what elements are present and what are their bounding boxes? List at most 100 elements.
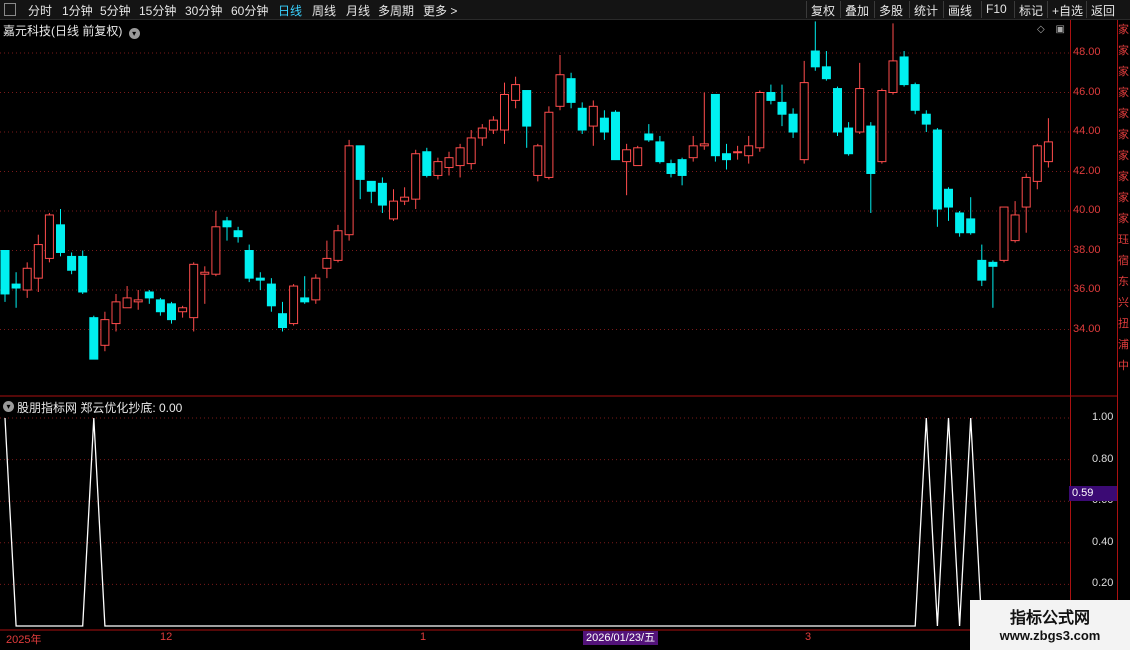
candle-body (744, 145, 754, 157)
candle-body (677, 159, 687, 176)
period-tab-1[interactable]: 1分钟 (62, 2, 93, 19)
candle-body (167, 303, 176, 321)
tool-button-2[interactable]: 多股 (879, 2, 903, 19)
price-tick-label: 42.00 (1073, 164, 1101, 177)
tool-button-3[interactable]: 统计 (914, 2, 938, 19)
stock-list-item[interactable]: 家 (1118, 62, 1130, 83)
candle-body (44, 214, 54, 259)
price-tick-label: 40.00 (1073, 204, 1101, 216)
stock-list-item[interactable]: 珏 (1118, 230, 1130, 251)
tool-button-7[interactable]: +自选 (1052, 2, 1083, 19)
stock-list-item[interactable]: 家 (1118, 167, 1130, 188)
candle-body (22, 267, 32, 291)
candle-body (244, 250, 254, 279)
period-tab-0[interactable]: 分时 (28, 2, 52, 19)
stock-list-item[interactable]: 家 (1118, 209, 1130, 230)
candle-body (666, 163, 676, 174)
period-tab-6[interactable]: 日线 (278, 2, 302, 19)
stock-list-item[interactable]: 扭 (1118, 314, 1130, 335)
toolbar-separator (1014, 1, 1015, 18)
candle-body (921, 113, 931, 125)
candle-body (266, 283, 276, 307)
period-toolbar: 分时 1分钟 5分钟 15分钟 30分钟 60分钟 日线 周线 月线 多周期 更多 > 复权 叠加 多股… (0, 0, 1130, 20)
candle-body (566, 78, 576, 103)
candle-body (777, 101, 787, 115)
candlestick-chart (0, 21, 1070, 360)
candle-body (766, 92, 776, 101)
candle-body (977, 259, 987, 281)
candle-body (433, 161, 443, 176)
candle-body (444, 157, 454, 169)
candle-body (389, 200, 398, 220)
stock-list-item[interactable]: 宿 (1118, 251, 1130, 272)
toolbar-separator (806, 1, 807, 18)
toolbar-separator (909, 1, 910, 18)
candle-body (33, 244, 43, 279)
candle-body (555, 74, 565, 107)
stock-list-item[interactable]: 家 (1118, 20, 1130, 41)
candle-body (477, 127, 487, 139)
stock-list-item[interactable]: 浦 (1118, 335, 1130, 356)
period-tab-3[interactable]: 15分钟 (139, 2, 176, 19)
candle-body (178, 307, 188, 313)
tool-button-0[interactable]: 复权 (811, 2, 835, 19)
candle-body (688, 145, 698, 159)
toolbar-separator (840, 1, 841, 18)
candle-body (222, 220, 232, 228)
candle-body (844, 127, 854, 155)
stock-list-item[interactable]: 兴 (1118, 293, 1130, 314)
candle-body (633, 147, 643, 167)
period-tab-10[interactable]: 更多 > (423, 2, 457, 19)
stock-list-item[interactable]: 家 (1118, 188, 1130, 209)
candle-body (488, 119, 498, 131)
candle-body (522, 90, 532, 127)
candle-body (278, 313, 287, 329)
toolbar-separator (981, 1, 982, 18)
toolbar-separator (1086, 1, 1087, 18)
stock-list-item[interactable]: 家 (1118, 125, 1130, 146)
tool-button-5[interactable]: F10 (986, 2, 1007, 16)
stock-list-item[interactable]: 家 (1118, 146, 1130, 167)
candle-body (955, 212, 965, 234)
candle-body (344, 145, 354, 236)
stock-list-item[interactable]: 家 (1118, 41, 1130, 62)
period-tab-7[interactable]: 周线 (312, 2, 336, 19)
candle-body (211, 226, 221, 275)
period-tab-5[interactable]: 60分钟 (231, 2, 268, 19)
stock-list-item[interactable]: 东 (1118, 272, 1130, 293)
indicator-tick-label: 1.00 (1092, 411, 1114, 423)
candle-body (466, 137, 476, 165)
candle-body (644, 133, 654, 141)
tool-button-4[interactable]: 画线 (948, 2, 972, 19)
watermark-title: 指标公式网 (1009, 610, 1090, 627)
candle-body (100, 319, 110, 346)
period-tab-4[interactable]: 30分钟 (185, 2, 222, 19)
candle-body (11, 283, 21, 289)
tool-button-1[interactable]: 叠加 (845, 2, 869, 19)
candle-body (533, 145, 543, 176)
watermark: 指标公式网 www.zbgs3.com (970, 600, 1130, 650)
stock-list-item[interactable]: 家 (1118, 83, 1130, 104)
date-label: 2025年 (6, 634, 42, 646)
period-tab-9[interactable]: 多周期 (378, 2, 414, 19)
stock-list-item[interactable]: 家 (1118, 104, 1130, 125)
tool-button-6[interactable]: 标记 (1019, 2, 1043, 19)
candle-body (899, 56, 909, 86)
indicator-line (4, 417, 1049, 627)
window-icon[interactable] (4, 3, 16, 16)
candle-body (56, 224, 65, 253)
right-stock-list[interactable]: 家家家家家家家家家家珏宿东兴扭浦中 (1118, 20, 1130, 632)
candle-body (355, 145, 365, 180)
candle-body (189, 263, 199, 319)
toolbar-separator (874, 1, 875, 18)
tool-button-8[interactable]: 返回 (1091, 2, 1115, 19)
stock-list-item[interactable]: 中 (1118, 356, 1130, 377)
price-tick-label: 38.00 (1073, 243, 1101, 256)
candle-body (300, 297, 310, 303)
candle-body (932, 129, 942, 210)
value-tag: 0.59 (1069, 486, 1117, 501)
period-tab-8[interactable]: 月线 (346, 2, 370, 19)
period-tab-2[interactable]: 5分钟 (100, 2, 131, 19)
chevron-down-icon[interactable]: ▾ (3, 401, 14, 412)
toolbar-separator (1047, 1, 1048, 18)
